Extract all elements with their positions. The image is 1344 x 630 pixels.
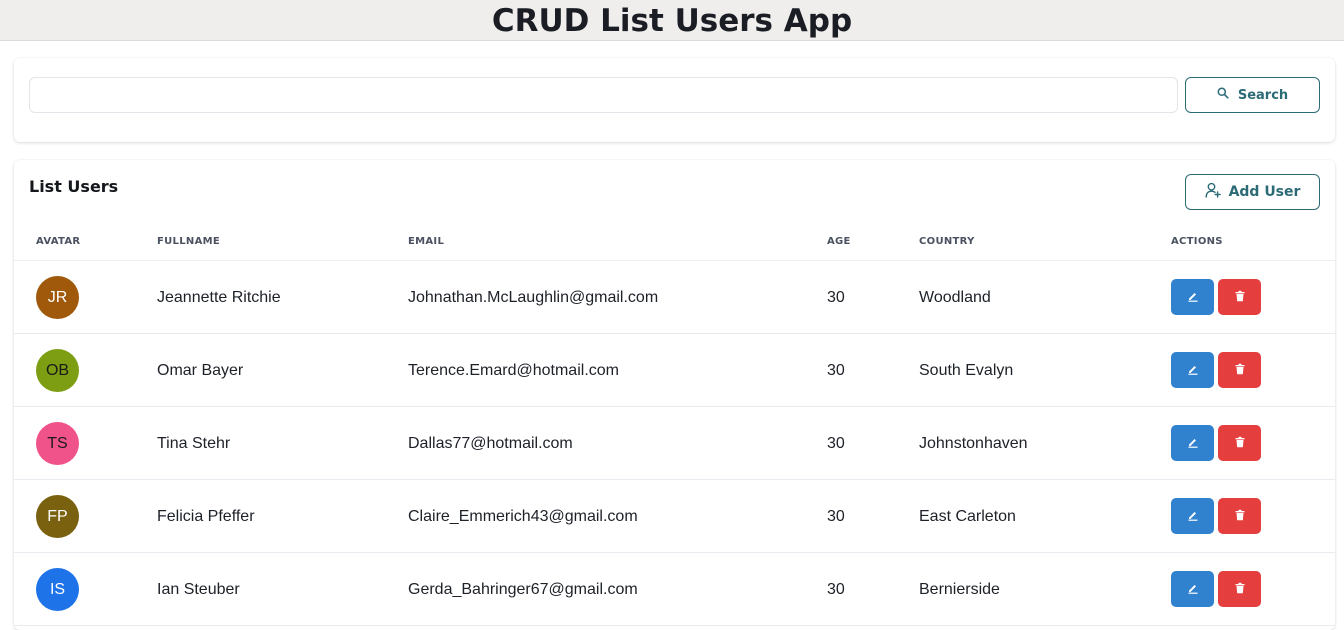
email-cell: Gerda_Bahringer67@gmail.com [408, 581, 638, 598]
table-row: OB Omar Bayer Terence.Emard@hotmail.com … [14, 334, 1335, 407]
avatar-initials: TS [47, 434, 68, 452]
pencil-icon [1187, 363, 1199, 378]
list-title: List Users [29, 177, 119, 196]
country-cell: Woodland [919, 289, 991, 306]
avatar: IS [36, 568, 79, 611]
age-cell: 30 [827, 435, 845, 452]
email-cell: Terence.Emard@hotmail.com [408, 362, 619, 379]
trash-icon [1234, 290, 1246, 305]
table-row: JR Jeannette Ritchie Johnathan.McLaughli… [14, 261, 1335, 334]
column-header-avatar: AVATAR [36, 236, 81, 247]
add-user-button[interactable]: Add User [1185, 174, 1320, 210]
avatar: TS [36, 422, 79, 465]
trash-icon [1234, 436, 1246, 451]
search-button-label: Search [1237, 87, 1289, 103]
add-user-button-label: Add User [1228, 184, 1301, 200]
avatar-initials: JR [47, 288, 68, 306]
fullname-cell: Jeannette Ritchie [157, 289, 281, 306]
column-header-country: COUNTRY [919, 236, 975, 247]
delete-button[interactable] [1218, 425, 1261, 461]
app-title: CRUD List Users App [491, 3, 853, 39]
email-cell: Claire_Emmerich43@gmail.com [408, 508, 638, 525]
pencil-icon [1187, 509, 1199, 524]
delete-button[interactable] [1218, 352, 1261, 388]
country-cell: South Evalyn [919, 362, 1014, 379]
delete-button[interactable] [1218, 279, 1261, 315]
table-row: FP Felicia Pfeffer Claire_Emmerich43@gma… [14, 480, 1335, 553]
edit-button[interactable] [1171, 352, 1214, 388]
column-header-actions: ACTIONS [1171, 236, 1223, 247]
country-cell: Johnstonhaven [919, 435, 1028, 452]
email-cell: Johnathan.McLaughlin@gmail.com [408, 289, 659, 306]
table-row: IS Ian Steuber Gerda_Bahringer67@gmail.c… [14, 553, 1335, 626]
table-row: TS Tina Stehr Dallas77@hotmail.com 30 Jo… [14, 407, 1335, 480]
avatar-initials: FP [47, 507, 68, 525]
column-header-email: EMAIL [408, 236, 445, 247]
fullname-cell: Ian Steuber [157, 581, 240, 598]
avatar: JR [36, 276, 79, 319]
edit-button[interactable] [1171, 498, 1214, 534]
search-icon [1217, 87, 1229, 103]
trash-icon [1234, 509, 1246, 524]
age-cell: 30 [827, 508, 845, 525]
trash-icon [1234, 582, 1246, 597]
age-cell: 30 [827, 362, 845, 379]
delete-button[interactable] [1218, 498, 1261, 534]
list-users-card: List Users Add User AVATAR FULLNAME EMAI… [14, 160, 1335, 630]
edit-button[interactable] [1171, 425, 1214, 461]
country-cell: East Carleton [919, 508, 1016, 525]
age-cell: 30 [827, 581, 845, 598]
fullname-cell: Omar Bayer [157, 362, 244, 379]
email-cell: Dallas77@hotmail.com [408, 435, 573, 452]
app-header: CRUD List Users App [0, 0, 1344, 41]
avatar: FP [36, 495, 79, 538]
edit-button[interactable] [1171, 571, 1214, 607]
column-header-fullname: FULLNAME [157, 236, 220, 247]
search-input[interactable] [29, 77, 1178, 113]
country-cell: Bernierside [919, 581, 1000, 598]
search-card: Search [14, 58, 1335, 142]
pencil-icon [1187, 582, 1199, 597]
user-plus-icon [1205, 182, 1221, 202]
age-cell: 30 [827, 289, 845, 306]
edit-button[interactable] [1171, 279, 1214, 315]
pencil-icon [1187, 290, 1199, 305]
avatar-initials: IS [49, 580, 66, 598]
trash-icon [1234, 363, 1246, 378]
search-button[interactable]: Search [1185, 77, 1320, 113]
column-header-age: AGE [827, 236, 851, 247]
pencil-icon [1187, 436, 1199, 451]
avatar: OB [36, 349, 79, 392]
avatar-initials: OB [45, 361, 70, 379]
delete-button[interactable] [1218, 571, 1261, 607]
fullname-cell: Felicia Pfeffer [157, 508, 255, 525]
fullname-cell: Tina Stehr [157, 435, 231, 452]
